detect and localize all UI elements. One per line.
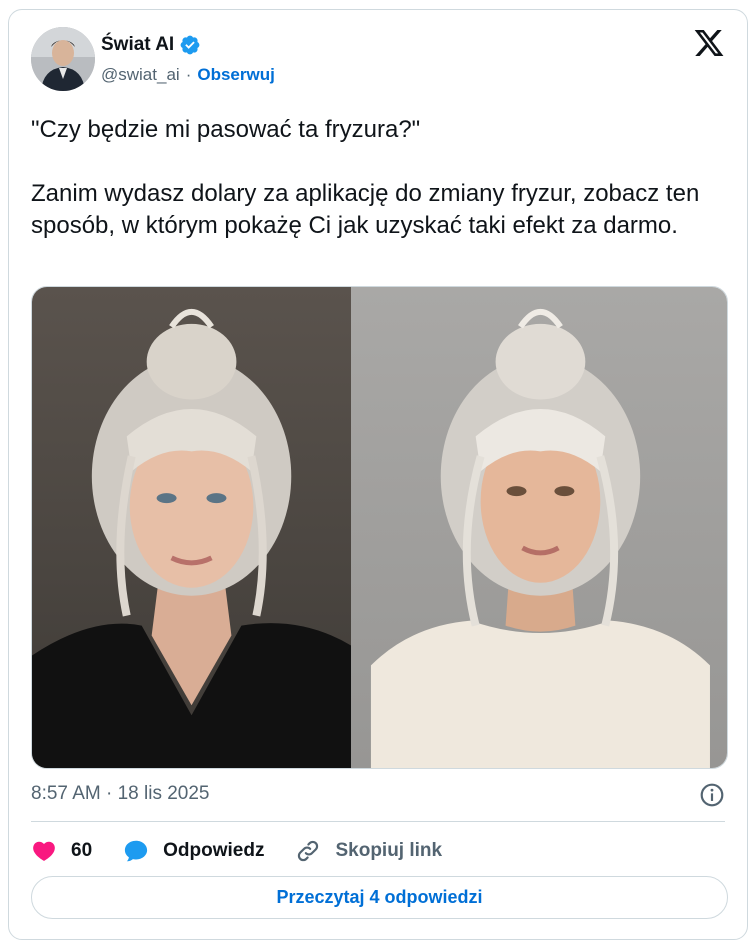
media-grid[interactable] xyxy=(31,286,728,769)
handle-row: @swiat_ai · Obserwuj xyxy=(101,65,275,85)
follow-button[interactable]: Obserwuj xyxy=(197,65,274,85)
heart-icon xyxy=(33,841,55,861)
handle[interactable]: @swiat_ai xyxy=(101,65,180,85)
tweet-card: Świat AI @swiat_ai · Obserwuj "Czy będzi… xyxy=(8,9,748,940)
reply-bubble-icon xyxy=(125,840,148,862)
read-replies-button[interactable]: Przeczytaj 4 odpowiedzi xyxy=(31,876,728,919)
copy-link-label: Skopiuj link xyxy=(335,840,443,861)
author-name-row[interactable]: Świat AI xyxy=(101,34,201,56)
reply-label: Odpowiedz xyxy=(163,840,265,861)
media-photo-left[interactable] xyxy=(32,287,352,768)
reply-button[interactable]: Odpowiedz xyxy=(123,838,264,864)
tweet-text: "Czy będzie mi pasować ta fryzura?" Zani… xyxy=(31,116,700,239)
display-name[interactable]: Świat AI xyxy=(101,34,174,56)
info-icon[interactable] xyxy=(699,782,725,808)
like-button[interactable]: 60 xyxy=(31,838,92,864)
verified-badge-icon xyxy=(180,35,200,55)
action-bar: 60 Odpowiedz Skopiuj link xyxy=(31,836,473,866)
media-photo-right[interactable] xyxy=(351,287,727,768)
likes-count: 60 xyxy=(71,840,93,861)
copy-link-button[interactable]: Skopiuj link xyxy=(295,838,442,864)
link-icon xyxy=(298,840,319,862)
separator-dot: · xyxy=(185,65,192,84)
avatar[interactable] xyxy=(31,27,95,91)
woman-white-top-image xyxy=(371,308,711,768)
avatar-image xyxy=(31,27,95,91)
x-logo-icon[interactable] xyxy=(693,27,725,59)
divider xyxy=(31,821,725,822)
woman-black-top-image xyxy=(32,308,352,768)
tweet-timestamp[interactable]: 8:57 AM · 18 lis 2025 xyxy=(31,783,210,805)
